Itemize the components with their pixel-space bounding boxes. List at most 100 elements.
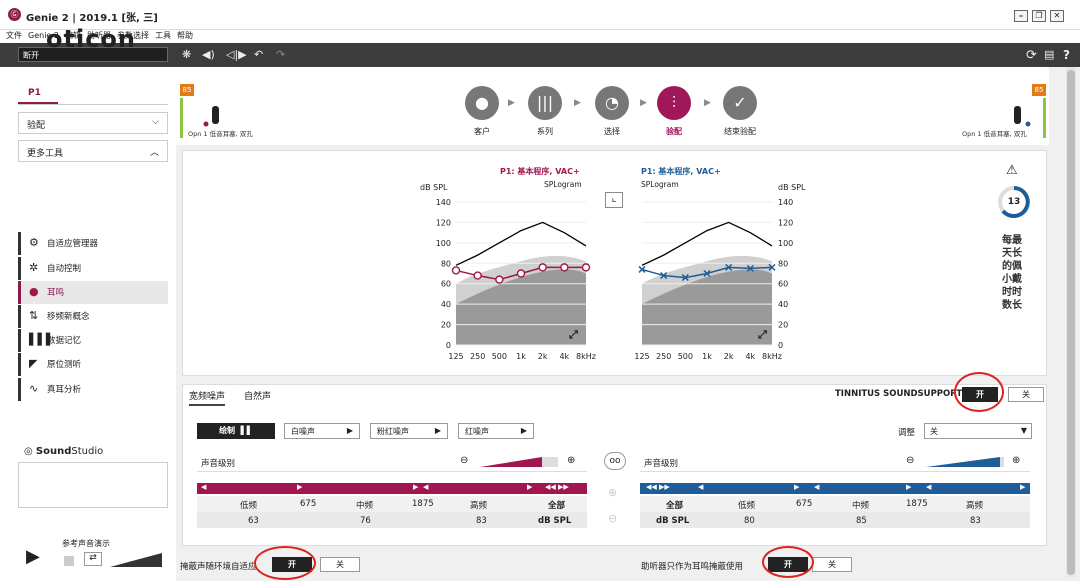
stop-icon[interactable] <box>64 556 74 566</box>
menu-file[interactable]: 文件 <box>6 30 22 41</box>
y-tick-label: 140 <box>436 198 451 207</box>
right-device-label: Opn 1 低音耳塞, 双孔 <box>962 130 1027 138</box>
tab-broadband-noise[interactable]: 宽频噪声 <box>189 389 226 406</box>
minus-icon[interactable]: ⊖ <box>460 455 468 466</box>
col-all: 全部 <box>666 501 684 511</box>
threshold-point <box>495 275 504 284</box>
restore-button[interactable]: ❐ <box>1032 10 1046 22</box>
threshold-point <box>560 263 569 272</box>
ear-icon: ∿ <box>29 382 39 395</box>
scrollbar-thumb[interactable] <box>1067 70 1075 575</box>
help-icon[interactable]: ? <box>1063 48 1070 62</box>
draw-button[interactable]: 绘制 ▌▌ <box>197 423 275 439</box>
white-noise-button[interactable]: 白噪声 ▶ <box>284 423 360 439</box>
hi-only-off-button[interactable]: 关 <box>812 557 852 572</box>
right-level-slider[interactable] <box>926 455 1006 469</box>
refresh-icon[interactable]: ⟳ <box>1026 48 1037 63</box>
play-icon[interactable]: ▶ <box>26 546 40 567</box>
tool-tinnitus[interactable]: ● 耳鸣 <box>18 281 168 304</box>
left-graph-title: P1: 基本程序, VAC+ <box>500 167 580 176</box>
threshold-point <box>538 263 547 272</box>
redo-icon[interactable]: ↷ <box>276 48 285 61</box>
right-hearing-aid-icon[interactable] <box>1010 104 1036 130</box>
red-noise-button[interactable]: 红噪声 ▶ <box>458 423 534 439</box>
y-tick-label: 60 <box>441 280 451 289</box>
col-mid: 中频 <box>852 501 870 511</box>
program-tab-p1[interactable]: P1 <box>18 84 58 104</box>
value-high: 83 <box>970 516 981 526</box>
value-low: 63 <box>248 516 259 526</box>
step-arrow-icon: ▶ <box>508 98 515 108</box>
fitting-dropdown[interactable]: 验配 ⌵ <box>18 112 168 134</box>
x-tick-label: 250 <box>470 352 485 361</box>
speaker-icon[interactable]: ◀) <box>202 48 215 61</box>
step-fitting-icon[interactable]: ⫶ <box>657 86 691 120</box>
unit-label: dB SPL <box>538 516 572 526</box>
highlight-circle <box>254 546 316 580</box>
tinnitus-icon: ● <box>29 285 39 298</box>
tool-real-ear[interactable]: ∿ 真耳分析 <box>18 378 168 401</box>
right-level-badge: 85 <box>1032 84 1046 96</box>
more-tools-header[interactable]: 更多工具 ︿ <box>18 140 168 162</box>
menu-help[interactable]: 帮助 <box>177 30 193 41</box>
step-end-fitting-icon[interactable]: ✓ <box>723 86 757 120</box>
plus-icon[interactable]: ⊕ <box>567 455 575 466</box>
menu-tools[interactable]: 工具 <box>155 30 171 41</box>
link-icon[interactable]: oo <box>604 452 626 470</box>
left-level-bar <box>180 98 183 138</box>
oticon-logo: oticon <box>46 25 136 53</box>
minimize-button[interactable]: – <box>1014 10 1028 22</box>
shuffle-icon[interactable]: ⇄ <box>84 552 102 566</box>
volume-slider[interactable] <box>110 552 164 568</box>
add-icon[interactable]: ⊕ <box>608 486 617 499</box>
fitting-dropdown-label: 验配 <box>27 121 46 131</box>
x-tick-label: 1k <box>516 352 526 361</box>
warning-icon[interactable]: ⚠ <box>1006 163 1018 178</box>
y-tick-label: 80 <box>441 259 451 268</box>
undo-icon[interactable]: ↶ <box>254 48 263 61</box>
tab-nature-sounds[interactable]: 自然声 <box>244 389 271 402</box>
step-fitting-label: 验配 <box>666 127 682 136</box>
x-tick-label: 8kHz <box>762 352 782 361</box>
step-end-fitting-label: 结束验配 <box>724 127 756 136</box>
manager-icon: ⚙ <box>29 236 39 249</box>
plus-icon[interactable]: ⊕ <box>1012 455 1020 466</box>
left-level-slider[interactable] <box>480 455 560 469</box>
soundsupport-off-button[interactable]: 关 <box>1008 387 1044 402</box>
close-button[interactable]: ✕ <box>1050 10 1064 22</box>
mute-icon[interactable]: ◁|▶ <box>226 48 247 61</box>
tool-adaptive-manager[interactable]: ⚙ 自适应管理器 <box>18 232 168 255</box>
step-family-icon[interactable]: ||| <box>528 86 562 120</box>
right-band-handles[interactable]: ◀◀ ▶▶ ◀ ▶ ◀ ▶ ◀ ▶ <box>640 483 1030 494</box>
feedback-icon[interactable]: ❋ <box>182 48 191 61</box>
play-icon: ▶ <box>346 426 353 435</box>
value-high: 83 <box>476 516 487 526</box>
expand-left-icon[interactable]: ⤢ <box>569 328 578 342</box>
more-tools-label: 更多工具 <box>27 149 64 159</box>
tool-auto-control[interactable]: ✲ 自动控制 <box>18 257 168 280</box>
remove-icon[interactable]: ⊖ <box>608 512 617 525</box>
hi-only-label: 助听器只作为耳鸣掩蔽使用 <box>641 562 744 572</box>
pink-noise-button[interactable]: 粉红噪声 ▶ <box>370 423 448 439</box>
threshold-point <box>473 271 482 280</box>
left-band-handles[interactable]: ◀ ▶ ▶ ◀ ▶ ◀◀ ▶▶ <box>197 483 587 494</box>
step-arrow-icon: ▶ <box>574 98 581 108</box>
tool-datalogging[interactable]: ▌▌▌ 数据记忆 <box>18 329 168 352</box>
left-hearing-aid-icon[interactable] <box>198 104 224 130</box>
minus-icon[interactable]: ⊖ <box>906 455 914 466</box>
tool-frequency-lowering[interactable]: ⇅ 移频新概念 <box>18 305 168 328</box>
step-selection-icon[interactable]: ◔ <box>595 86 629 120</box>
tool-in-situ-audiometry[interactable]: ◤ 原位测听 <box>18 353 168 376</box>
x-tick-label: 4k <box>745 352 755 361</box>
expand-right-icon[interactable]: ⤢ <box>758 328 767 342</box>
mask-env-off-button[interactable]: 关 <box>320 557 360 572</box>
adjust-select[interactable]: 关 ▼ <box>924 423 1032 439</box>
col-low: 低频 <box>240 501 258 511</box>
x-tick-label: 4k <box>559 352 569 361</box>
step-client-icon[interactable]: ● <box>465 86 499 120</box>
value-mid: 85 <box>856 516 867 526</box>
x-tick-label: 2k <box>724 352 734 361</box>
x-tick-label: 2k <box>538 352 548 361</box>
frequency-icon: ⇅ <box>29 309 39 322</box>
document-icon[interactable]: ▤ <box>1044 48 1054 61</box>
